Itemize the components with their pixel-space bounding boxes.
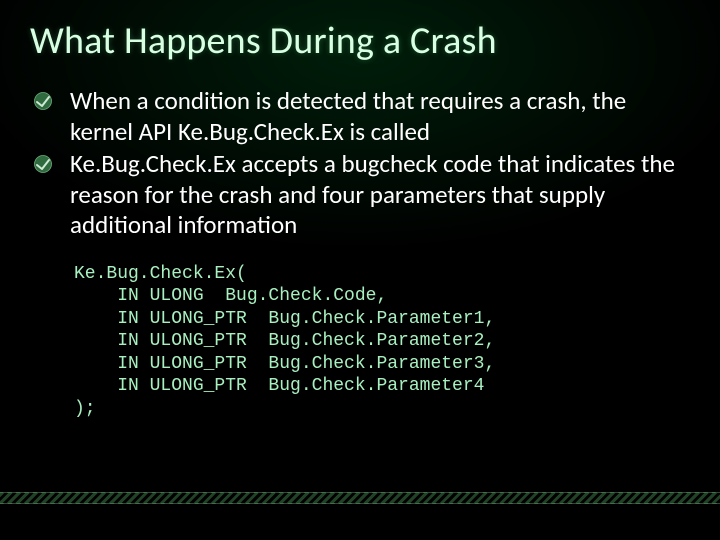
footer-divider bbox=[0, 492, 720, 504]
bullet-icon bbox=[34, 155, 52, 173]
bullet-icon bbox=[34, 92, 52, 110]
code-block: Ke.Bug.Check.Ex( IN ULONG Bug.Check.Code… bbox=[74, 263, 690, 421]
bullet-text: When a condition is detected that requir… bbox=[70, 85, 626, 147]
bullet-list: When a condition is detected that requir… bbox=[34, 86, 690, 241]
slide: What Happens During a Crash When a condi… bbox=[0, 0, 720, 540]
list-item: Ke.Bug.Check.Ex accepts a bugcheck code … bbox=[60, 149, 682, 241]
list-item: When a condition is detected that requir… bbox=[60, 86, 682, 147]
page-title: What Happens During a Crash bbox=[30, 18, 690, 64]
bullet-text: Ke.Bug.Check.Ex accepts a bugcheck code … bbox=[70, 148, 675, 240]
